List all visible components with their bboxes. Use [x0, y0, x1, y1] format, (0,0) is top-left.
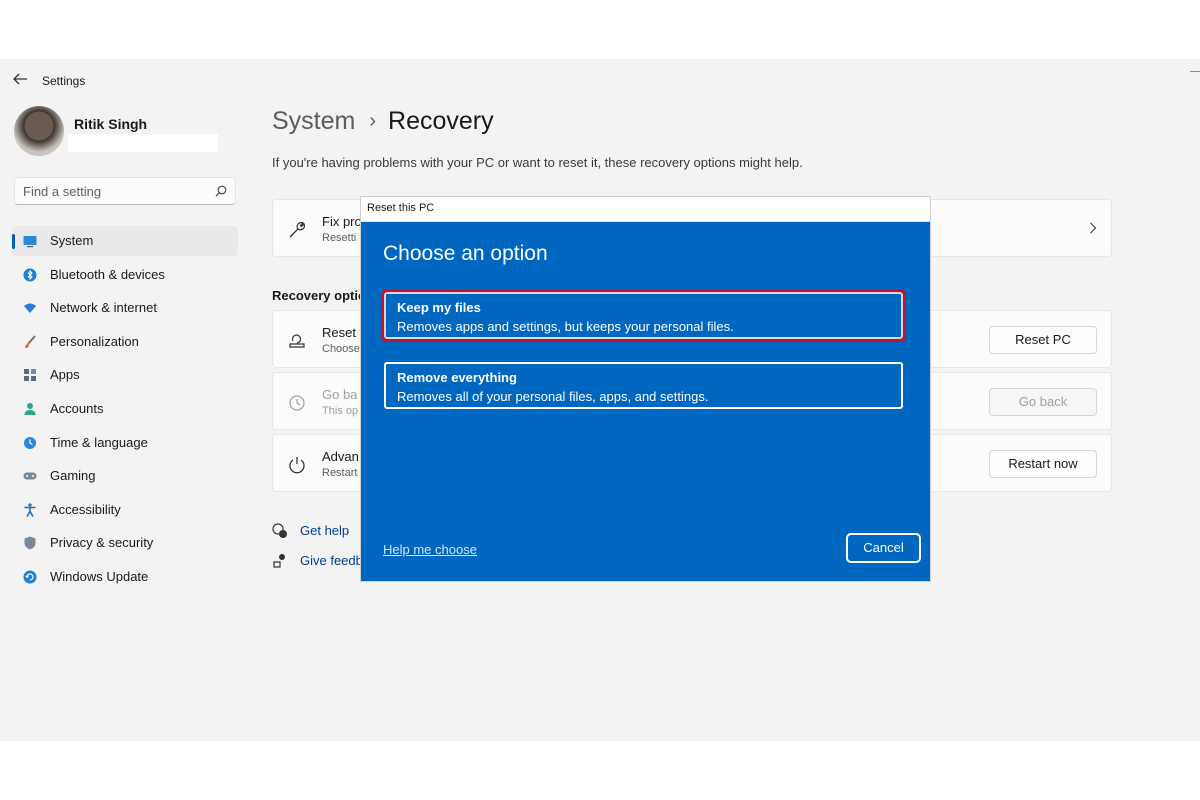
sidebar-item-bluetooth[interactable]: Bluetooth & devices [12, 260, 238, 290]
sidebar-item-apps[interactable]: Apps [12, 360, 238, 390]
restart-now-button[interactable]: Restart now [989, 450, 1097, 478]
dialog-heading: Choose an option [383, 242, 548, 265]
keep-my-files-option[interactable]: Keep my files Removes apps and settings,… [381, 289, 906, 342]
wrench-icon [289, 221, 306, 238]
shield-icon [24, 536, 36, 550]
sidebar-item-privacy[interactable]: Privacy & security [12, 528, 238, 558]
search-placeholder: Find a setting [23, 184, 102, 199]
brush-icon [25, 335, 36, 348]
give-feedback-label: Give feedb [300, 553, 363, 568]
bluetooth-icon [23, 268, 37, 282]
card-title: Reset t [322, 325, 364, 340]
back-arrow-icon[interactable] [12, 72, 28, 86]
accessibility-icon [24, 503, 36, 517]
page-description: If you're having problems with your PC o… [272, 155, 803, 170]
breadcrumb: System › Recovery [272, 107, 494, 136]
sidebar-item-label: Bluetooth & devices [50, 266, 165, 282]
person-icon [24, 402, 36, 415]
card-title: Advan [322, 449, 359, 464]
option-description: Removes all of your personal files, apps… [397, 389, 709, 404]
reset-pc-button[interactable]: Reset PC [989, 326, 1097, 354]
user-name: Ritik Singh [74, 116, 148, 132]
get-help-label: Get help [300, 523, 350, 538]
sidebar-item-label: Network & internet [50, 300, 157, 316]
history-icon [289, 395, 305, 411]
go-back-button[interactable]: Go back [989, 388, 1097, 416]
advanced-startup-icon [289, 457, 305, 474]
option-title: Keep my files [397, 300, 481, 315]
sidebar-item-system[interactable]: System [12, 226, 238, 256]
window-control-line[interactable] [1190, 71, 1200, 72]
breadcrumb-separator: › [369, 110, 377, 132]
page-title: Recovery [388, 107, 494, 135]
help-me-choose-link[interactable]: Help me choose [383, 542, 477, 557]
card-title: Go ba [322, 387, 358, 402]
gamepad-icon [23, 472, 37, 480]
sidebar-item-label: Accounts [50, 400, 104, 416]
sidebar-item-label: Privacy & security [50, 535, 154, 551]
reset-pc-icon [289, 334, 305, 348]
help-chat-icon [272, 523, 287, 538]
sidebar-item-time-language[interactable]: Time & language [12, 428, 238, 458]
update-icon [23, 570, 37, 584]
card-description: This op [322, 405, 359, 417]
sidebar-item-label: Time & language [50, 434, 148, 450]
monitor-icon [23, 236, 37, 248]
sidebar-item-label: Gaming [50, 468, 96, 484]
sidebar-item-accounts[interactable]: Accounts [12, 394, 238, 424]
globe-clock-icon [24, 436, 36, 449]
sidebar-item-label: Accessibility [50, 501, 121, 517]
cancel-button[interactable]: Cancel [846, 533, 921, 563]
sidebar-item-gaming[interactable]: Gaming [12, 461, 238, 491]
card-description: Resetti [322, 232, 357, 244]
sidebar-item-windows-update[interactable]: Windows Update [12, 562, 238, 592]
remove-everything-option[interactable]: Remove everything Removes all of your pe… [384, 362, 903, 409]
feedback-icon [273, 554, 285, 568]
sidebar-item-network[interactable]: Network & internet [12, 293, 238, 323]
active-indicator [12, 234, 15, 249]
sidebar-item-personalization[interactable]: Personalization [12, 327, 238, 357]
apps-icon [24, 369, 36, 382]
sidebar-item-label: System [50, 233, 94, 248]
option-description: Removes apps and settings, but keeps you… [397, 319, 734, 334]
avatar[interactable] [14, 106, 64, 156]
wifi-icon [24, 303, 36, 314]
search-input[interactable]: Find a setting [14, 177, 236, 205]
sidebar-nav: System Bluetooth & devices Network & int… [12, 226, 238, 596]
sidebar-item-label: Apps [50, 367, 80, 383]
card-description: Choose [322, 343, 360, 355]
sidebar-item-label: Personalization [50, 333, 139, 349]
search-icon[interactable] [215, 185, 227, 197]
user-email-redacted [68, 134, 218, 152]
sidebar-item-label: Windows Update [50, 568, 149, 584]
breadcrumb-parent[interactable]: System [272, 107, 355, 135]
card-title: Fix pro [322, 214, 362, 229]
option-title: Remove everything [397, 370, 517, 385]
dialog-titlebar: Reset this PC [361, 197, 930, 222]
section-heading: Recovery optio [272, 288, 366, 303]
dialog-window-title: Reset this PC [367, 202, 435, 214]
title-bar: Settings [0, 59, 1200, 99]
sidebar-item-accessibility[interactable]: Accessibility [12, 495, 238, 525]
chevron-right-icon [1090, 222, 1097, 234]
reset-pc-dialog: Reset this PC Choose an option Keep my f… [360, 196, 931, 582]
app-title: Settings [42, 74, 86, 88]
card-description: Restart [322, 467, 358, 479]
